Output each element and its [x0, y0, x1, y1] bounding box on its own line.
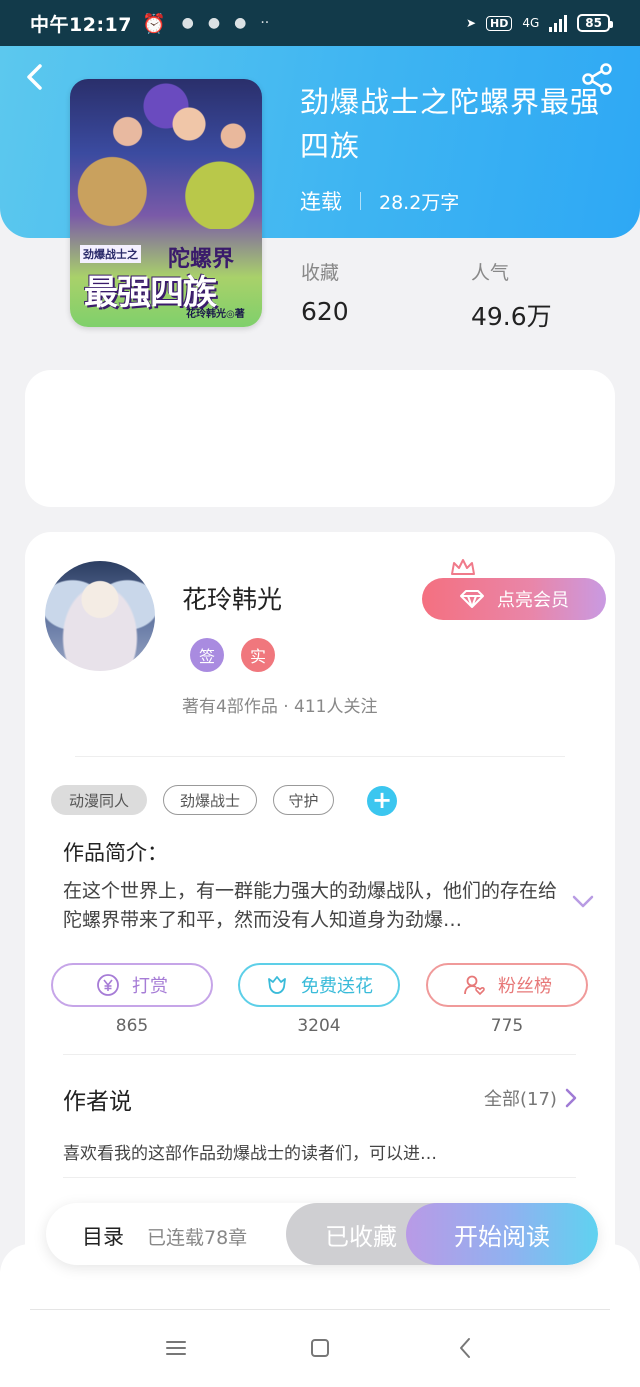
- intro-text[interactable]: 在这个世界上，有一群能力强大的劲爆战队，他们的存在给陀螺界带来了和平，然而没有人…: [63, 877, 563, 935]
- vip-button[interactable]: 点亮会员: [422, 578, 606, 620]
- toc-button[interactable]: 目录: [82, 1221, 124, 1251]
- popularity-label: 人气: [471, 262, 510, 284]
- yen-coin-icon: [97, 974, 119, 996]
- free-flower-button[interactable]: 免费送花: [238, 963, 400, 1007]
- divider: [63, 1177, 576, 1178]
- cover-series-label: 劲爆战士之: [80, 245, 141, 263]
- fans-ranking-button[interactable]: 粉丝榜: [426, 963, 588, 1007]
- home-square-icon[interactable]: [306, 1334, 334, 1362]
- favorites-stat: 收藏 620: [301, 258, 349, 326]
- flower-count: 3204: [297, 1016, 341, 1036]
- nav-back-icon[interactable]: [452, 1334, 480, 1362]
- reward-button[interactable]: 打赏: [51, 963, 213, 1007]
- reward-count: 865: [115, 1016, 149, 1036]
- network-label: 4G: [522, 16, 540, 30]
- tag-shouhu[interactable]: 守护: [273, 785, 334, 815]
- author-says-title: 作者说: [63, 1089, 132, 1115]
- flower-label: 免费送花: [301, 976, 373, 997]
- nav-divider: [30, 1309, 610, 1310]
- word-count: 28.2万字: [379, 191, 460, 214]
- fans-count: 775: [490, 1016, 524, 1036]
- cover-title: 劲爆战士之 陀螺界 最强四族 花玲韩光◎著: [76, 241, 256, 321]
- author-says-all-label: 全部(17): [484, 1089, 557, 1110]
- flower-icon: [268, 976, 286, 994]
- book-meta: 连载 28.2万字: [300, 186, 459, 216]
- reward-label: 打赏: [132, 976, 168, 997]
- book-title: 劲爆战士之陀螺界最强四族: [300, 85, 601, 163]
- battery-icon: 85: [577, 14, 613, 32]
- bottom-action-bar: 目录 已连载78章 已收藏 开始阅读: [46, 1203, 598, 1265]
- serial-status: 连载: [300, 190, 342, 214]
- favorites-value: 620: [301, 297, 349, 326]
- chapter-count: 已连载78章: [147, 1227, 248, 1249]
- favorites-label: 收藏: [301, 262, 340, 284]
- fan-user-icon: [464, 975, 485, 996]
- status-time: 中午12:17: [30, 13, 132, 36]
- author-says-all-link[interactable]: 全部(17): [484, 1085, 577, 1111]
- crown-icon: [451, 559, 475, 575]
- author-says-preview[interactable]: 喜欢看我的这部作品劲爆战士的读者们，可以进…: [63, 1139, 437, 1164]
- bottom-sheet: [0, 1244, 640, 1387]
- alarm-icon: ⏰: [141, 12, 166, 35]
- add-tag-button[interactable]: +: [367, 786, 397, 816]
- author-avatar[interactable]: [45, 561, 155, 671]
- book-cover[interactable]: 劲爆战士之 陀螺界 最强四族 花玲韩光◎著: [70, 79, 262, 327]
- intro-title: 作品简介：: [63, 841, 168, 865]
- menu-icon[interactable]: [162, 1334, 190, 1362]
- chevron-right-icon: [565, 1088, 577, 1108]
- status-bar: 中午12:17 ⏰ ● ● ● ·· ➤ HD 4G 85: [0, 0, 640, 46]
- location-icon: ➤: [465, 16, 477, 30]
- hd-icon: HD: [486, 15, 513, 31]
- author-name[interactable]: 花玲韩光: [182, 580, 282, 616]
- verified-badge: 实: [241, 638, 275, 672]
- signal-icon: [549, 14, 568, 32]
- vip-button-label: 点亮会员: [497, 590, 569, 611]
- divider: [63, 1054, 576, 1055]
- back-arrow-icon: [27, 64, 42, 90]
- tag-anime-fanfic[interactable]: 动漫同人: [51, 785, 147, 815]
- signed-badge: 签: [190, 638, 224, 672]
- divider: [75, 756, 565, 757]
- meta-divider: [360, 192, 361, 210]
- author-stats: 著有4部作品 · 411人关注: [182, 697, 378, 717]
- fans-label: 粉丝榜: [498, 976, 552, 997]
- popularity-value: 49.6万: [471, 302, 552, 331]
- popularity-stat: 人气 49.6万: [471, 258, 552, 333]
- tag-jinbao-zhanshi[interactable]: 劲爆战士: [163, 785, 257, 815]
- cover-artwork: [70, 79, 262, 229]
- cover-author: 花玲韩光◎著: [186, 309, 245, 320]
- diamond-icon: [460, 590, 484, 608]
- expand-chevron-icon[interactable]: [572, 895, 594, 909]
- notification-icons: ● ● ● ··: [181, 15, 270, 31]
- back-button[interactable]: [22, 62, 54, 94]
- empty-card: [25, 370, 615, 507]
- start-reading-button[interactable]: 开始阅读: [406, 1203, 598, 1265]
